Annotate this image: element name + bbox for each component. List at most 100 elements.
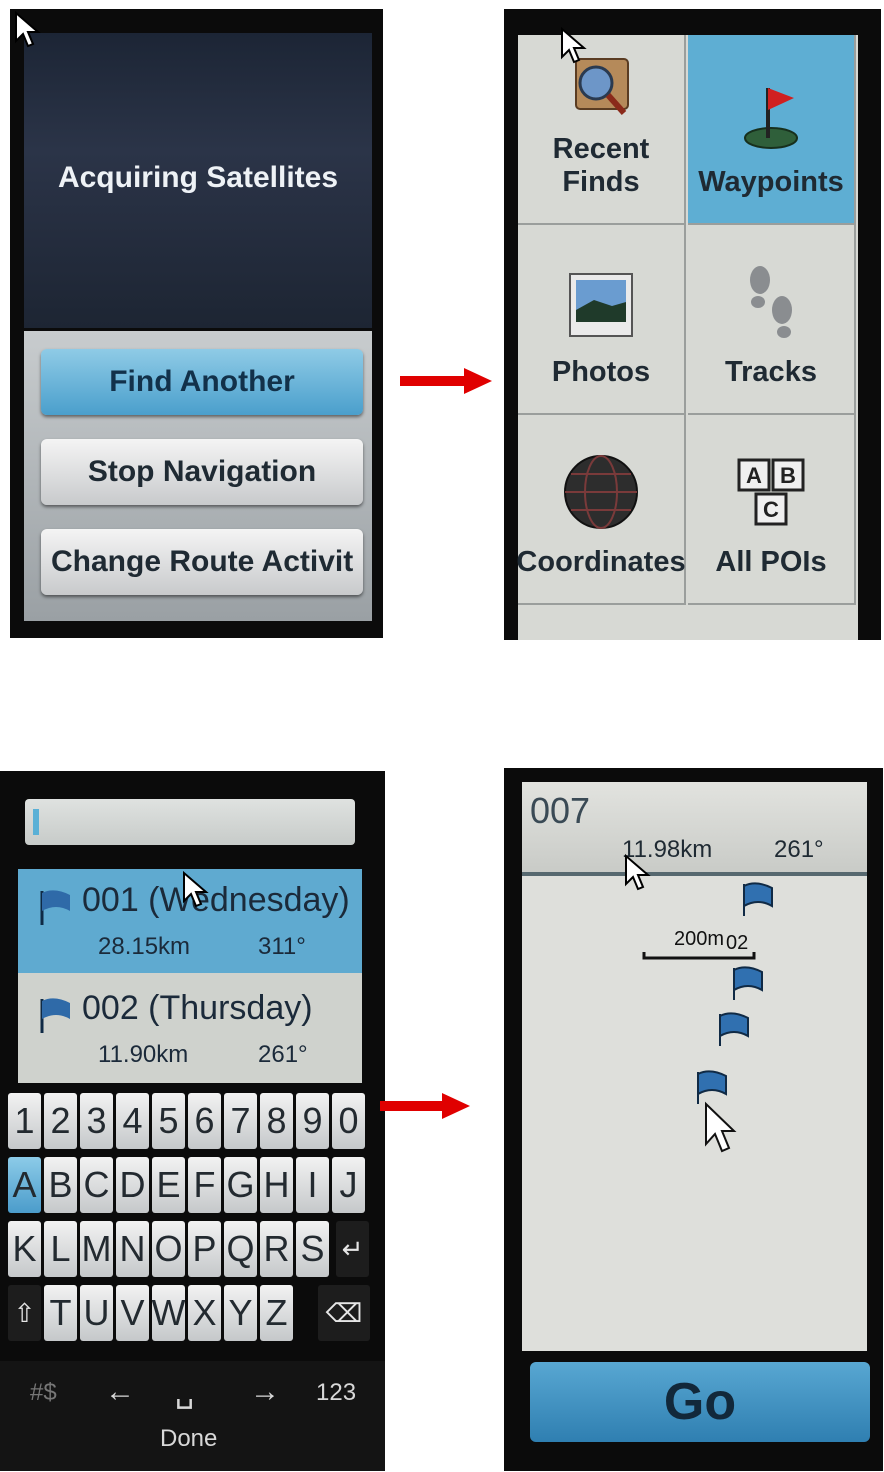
waypoint-distance: 28.15km [98,933,191,960]
map-scale: 200m [674,928,725,950]
all-pois-tile[interactable]: A B C All POIs [688,415,856,605]
map-waypoint-label: 02 [726,932,749,954]
backspace-key[interactable]: ⌫ [318,1285,370,1341]
stop-navigation-button[interactable]: Stop Navigation [41,439,363,505]
key-w[interactable]: W [152,1285,186,1341]
waypoint-bearing: 261° [258,1041,308,1068]
go-button[interactable]: Go [530,1362,870,1442]
key-4[interactable]: 4 [116,1093,149,1149]
key-h[interactable]: H [260,1157,293,1213]
flag-icon [719,1012,749,1046]
key-y[interactable]: Y [224,1285,257,1341]
map-view[interactable]: 200m 02 [522,872,867,1351]
flag-icon [733,966,763,1000]
recent-finds-label: Recent Finds [552,133,650,198]
move-cursor-icon [15,10,41,48]
coordinates-label: Coordinates [516,546,686,578]
key-t[interactable]: T [44,1285,77,1341]
tracks-label: Tracks [725,356,817,388]
key-2[interactable]: 2 [44,1093,77,1149]
space-key[interactable]: ␣ [175,1375,194,1410]
key-u[interactable]: U [80,1285,113,1341]
search-input[interactable] [25,799,355,845]
coordinates-tile[interactable]: Coordinates [516,415,686,605]
waypoint-bearing: 261° [774,836,824,863]
text-caret [33,809,39,835]
waypoint-name: 002 (Thursday) [82,989,313,1027]
key-k[interactable]: K [8,1221,41,1277]
change-route-activity-button[interactable]: Change Route Activit [41,529,363,595]
list-item[interactable]: 002 (Thursday) 11.90km 261° [18,977,362,1081]
cursor-left-key[interactable]: ← [105,1375,135,1409]
key-b[interactable]: B [44,1157,77,1213]
key-s[interactable]: S [296,1221,329,1277]
waypoint-map-screen: 007 11.98km 261° 200m 02 Go [504,768,883,1471]
waypoint-search-screen: 001 (Wednesday) 28.15km 311° 002 (Thursd… [0,771,385,1471]
recent-finds-tile[interactable]: Recent Finds [518,35,686,225]
key-a[interactable]: A [8,1157,41,1213]
svg-text:C: C [763,497,779,522]
key-1[interactable]: 1 [8,1093,41,1149]
numbers-key[interactable]: 123 [316,1379,356,1407]
key-z[interactable]: Z [260,1285,293,1341]
move-cursor-icon [625,853,651,891]
find-another-button[interactable]: Find Another [41,349,363,415]
flow-arrow-icon [400,368,492,394]
photos-tile[interactable]: Photos [518,225,686,415]
svg-text:B: B [780,463,796,488]
key-f[interactable]: F [188,1157,221,1213]
enter-key[interactable]: ↵ [336,1221,369,1277]
keyboard-bottom-bar: #$ ← ␣ → 123 Done [0,1361,385,1471]
action-menu: Find Another Stop Navigation Change Rout… [24,331,372,621]
key-3[interactable]: 3 [80,1093,113,1149]
on-screen-keyboard: 1 2 3 4 5 6 7 8 9 0 A B C D E F G H I J K L M N O P Q R S T U V W X Y Z ↵ ⇧ ⌫ [8,1093,378,1343]
all-pois-label: All POIs [715,546,827,578]
flag-icon [40,998,70,1033]
footprints-icon [750,266,792,338]
key-r[interactable]: R [260,1221,293,1277]
waypoint-name: 001 (Wednesday) [82,881,350,919]
key-i[interactable]: I [296,1157,329,1213]
waypoints-label: Waypoints [698,166,844,198]
acquiring-satellites-screen: Acquiring Satellites Find Another Stop N… [10,9,383,638]
waypoint-flag-icon [744,88,798,149]
flow-arrow-icon [380,1093,470,1119]
abc-blocks-icon: A B C [737,458,805,526]
photos-label: Photos [551,356,651,388]
where-to-menu-screen: Recent Finds Waypoints Photos Tracks Coo… [504,9,881,640]
svg-text:A: A [746,463,762,488]
status-title: Acquiring Satellites [57,161,339,194]
status-area: Acquiring Satellites [24,33,372,328]
key-g[interactable]: G [224,1157,257,1213]
key-p[interactable]: P [188,1221,221,1277]
key-9[interactable]: 9 [296,1093,329,1149]
flag-icon [40,890,70,925]
tracks-tile[interactable]: Tracks [688,225,856,415]
key-l[interactable]: L [44,1221,77,1277]
flag-icon [743,882,773,916]
key-q[interactable]: Q [224,1221,257,1277]
category-grid: Recent Finds Waypoints Photos Tracks Coo… [516,35,858,640]
symbols-key[interactable]: #$ [30,1379,57,1407]
key-e[interactable]: E [152,1157,185,1213]
waypoint-bearing: 311° [258,933,306,960]
waypoints-tile[interactable]: Waypoints [688,35,856,225]
shift-key[interactable]: ⇧ [8,1285,41,1341]
cursor-right-key[interactable]: → [250,1375,280,1409]
key-n[interactable]: N [116,1221,149,1277]
key-x[interactable]: X [188,1285,221,1341]
key-6[interactable]: 6 [188,1093,221,1149]
done-button[interactable]: Done [160,1425,217,1453]
key-8[interactable]: 8 [260,1093,293,1149]
key-v[interactable]: V [116,1285,149,1341]
key-5[interactable]: 5 [152,1093,185,1149]
key-o[interactable]: O [152,1221,185,1277]
key-7[interactable]: 7 [224,1093,257,1149]
key-m[interactable]: M [80,1221,113,1277]
move-cursor-icon [183,870,209,908]
key-c[interactable]: C [80,1157,113,1213]
key-d[interactable]: D [116,1157,149,1213]
key-j[interactable]: J [332,1157,365,1213]
waypoint-header: 007 11.98km 261° [522,782,867,872]
key-0[interactable]: 0 [332,1093,365,1149]
